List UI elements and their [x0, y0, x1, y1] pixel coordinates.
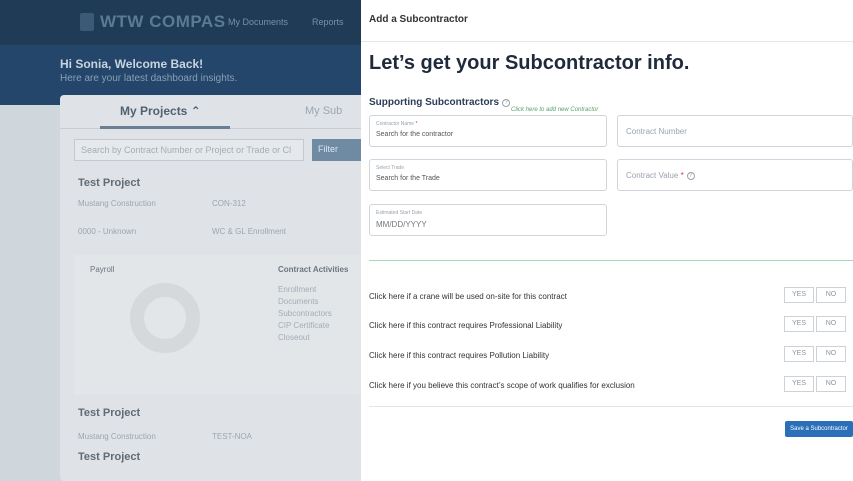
no-toggle[interactable]: NO	[816, 346, 846, 362]
project-contractor: Mustang Construction	[78, 199, 156, 208]
projects-tabs: My Projects ⌃ My Sub	[60, 95, 370, 129]
modal-title: Add a Subcontractor	[369, 14, 468, 25]
yes-toggle[interactable]: YES	[784, 287, 814, 303]
greeting-subtitle: Here are your latest dashboard insights.	[60, 73, 238, 84]
trade-label: Select Trade	[376, 165, 405, 171]
help-icon[interactable]: ?	[686, 172, 695, 180]
project-status: 0000 - Unknown	[78, 227, 137, 236]
contractor-name-value: Search for the contractor	[376, 131, 454, 138]
activity-item[interactable]: Subcontractors	[278, 309, 332, 318]
brand-logo-icon	[80, 13, 94, 31]
add-subcontractor-modal: Add a Subcontractor Let’s get your Subco…	[361, 0, 853, 481]
tab-my-projects[interactable]: My Projects ⌃	[120, 104, 201, 118]
tab-my-projects-label: My Projects	[120, 104, 188, 118]
save-subcontractor-button[interactable]: Save a Subcontractor	[785, 421, 853, 437]
project-title[interactable]: Test Project	[78, 451, 140, 463]
project-number: TEST-NOA	[212, 432, 253, 441]
no-toggle[interactable]: NO	[816, 376, 846, 392]
contract-number-field[interactable]: Contract Number	[617, 115, 853, 147]
section-label: Supporting Subcontractors?	[369, 97, 510, 108]
tab-my-subcontractors[interactable]: My Sub	[305, 105, 342, 117]
project-title[interactable]: Test Project	[78, 407, 140, 419]
question-exclusion: Click here if you believe this contract’…	[369, 376, 853, 398]
trade-value: Search for the Trade	[376, 175, 440, 182]
section-label-text: Supporting Subcontractors	[369, 97, 499, 108]
question-text: Click here if you believe this contract’…	[369, 381, 635, 390]
yes-toggle[interactable]: YES	[784, 346, 814, 362]
tab-active-indicator	[100, 126, 230, 129]
contract-value-placeholder: Contract Value *?	[626, 171, 695, 180]
projects-card: My Projects ⌃ My Sub Search by Contract …	[60, 95, 370, 481]
no-toggle[interactable]: NO	[816, 316, 846, 332]
modal-header: Add a Subcontractor	[361, 0, 853, 42]
footer-divider	[369, 406, 853, 407]
start-date-label: Estimated Start Date	[376, 210, 423, 216]
project-enrollment: WC & GL Enrollment	[212, 227, 286, 236]
nav-reports[interactable]: Reports	[312, 17, 344, 27]
payroll-donut-chart	[130, 283, 200, 353]
contractor-name-label: Contractor Name *	[376, 121, 417, 127]
project-title[interactable]: Test Project	[78, 177, 140, 189]
contractor-name-field[interactable]: Contractor Name * Search for the contrac…	[369, 115, 607, 147]
project-search-input[interactable]: Search by Contract Number or Project or …	[74, 139, 304, 161]
payroll-label: Payroll	[90, 265, 115, 274]
start-date-value: MM/DD/YYYY	[376, 220, 427, 229]
question-text: Click here if this contract requires Pol…	[369, 351, 550, 360]
required-marker: *	[680, 171, 684, 180]
activity-item[interactable]: Closeout	[278, 333, 310, 342]
question-crane: Click here if a crane will be used on-si…	[369, 287, 853, 309]
add-new-contractor-link[interactable]: Click here to add new Contractor	[511, 107, 598, 113]
start-date-field[interactable]: Estimated Start Date MM/DD/YYYY	[369, 204, 607, 236]
greeting-title: Hi Sonia, Welcome Back!	[60, 57, 204, 71]
question-text: Click here if a crane will be used on-si…	[369, 292, 567, 301]
yes-toggle[interactable]: YES	[784, 316, 814, 332]
contractor-name-label-text: Contractor Name	[376, 121, 415, 127]
contract-value-label: Contract Value	[626, 171, 679, 180]
nav-my-documents[interactable]: My Documents	[228, 17, 288, 27]
modal-heading: Let’s get your Subcontractor info.	[369, 52, 690, 74]
brand-name: WTW COMPAS	[100, 12, 226, 31]
contract-value-field[interactable]: Contract Value *?	[617, 159, 853, 191]
no-toggle[interactable]: NO	[816, 287, 846, 303]
yes-toggle[interactable]: YES	[784, 376, 814, 392]
required-marker: *	[415, 121, 418, 127]
project-number: CON-312	[212, 199, 246, 208]
question-text: Click here if this contract requires Pro…	[369, 321, 563, 330]
contract-activities-label: Contract Activities	[278, 265, 349, 274]
help-icon[interactable]: ?	[502, 99, 510, 107]
activity-item[interactable]: CIP Certificate	[278, 321, 329, 330]
question-pollution-liability: Click here if this contract requires Pol…	[369, 346, 853, 368]
activity-item[interactable]: Documents	[278, 297, 318, 306]
activity-item[interactable]: Enrollment	[278, 285, 316, 294]
project-contractor: Mustang Construction	[78, 432, 156, 441]
trade-field[interactable]: Select Trade Search for the Trade	[369, 159, 607, 191]
contract-number-placeholder: Contract Number	[626, 127, 687, 136]
section-divider	[369, 260, 853, 261]
question-professional-liability: Click here if this contract requires Pro…	[369, 316, 853, 338]
